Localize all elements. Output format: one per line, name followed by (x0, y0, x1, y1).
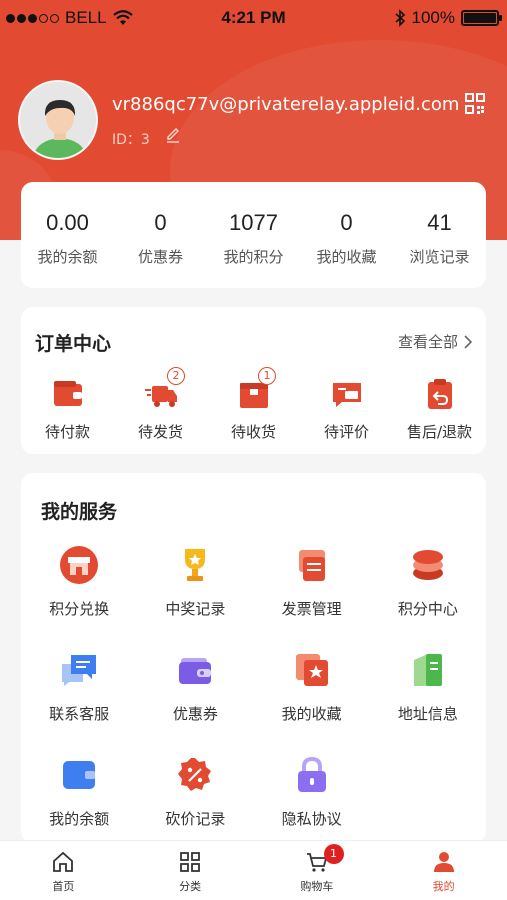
stat-value: 0 (154, 210, 167, 235)
view-all-label: 查看全部 (397, 333, 458, 351)
stat-label: 我的收藏 (316, 248, 377, 266)
service-customer-support[interactable]: 联系客服 (21, 650, 137, 724)
tab-category[interactable]: 分类 (127, 841, 254, 900)
service-label: 隐私协议 (281, 810, 342, 828)
stat-value: 1077 (229, 210, 278, 235)
order-label: 待付款 (44, 423, 90, 441)
service-points-center[interactable]: 积分中心 (370, 545, 486, 619)
stat-value: 0.00 (46, 210, 89, 235)
chevron-right-icon (464, 334, 472, 349)
stat-points[interactable]: 1077 我的积分 (207, 182, 300, 288)
avatar[interactable] (18, 80, 98, 160)
refund-icon (427, 379, 452, 409)
tab-label: 分类 (179, 880, 202, 893)
service-label: 我的余额 (49, 810, 110, 828)
services-title: 我的服务 (41, 501, 118, 523)
service-label: 我的收藏 (281, 705, 342, 723)
stat-label: 优惠券 (137, 248, 183, 266)
service-label: 中奖记录 (165, 600, 226, 618)
cart-count-badge: 1 (323, 844, 344, 864)
card-icon (63, 761, 96, 789)
stat-balance[interactable]: 0.00 我的余额 (21, 182, 114, 288)
stat-value: 41 (427, 210, 452, 235)
order-label: 待发货 (137, 423, 183, 441)
tab-cart[interactable]: 1 购物车 (254, 841, 381, 900)
order-after-sales[interactable]: 售后/退款 (393, 371, 486, 442)
service-address-info[interactable]: 地址信息 (370, 650, 486, 724)
battery-icon (461, 10, 502, 26)
stat-label: 我的余额 (37, 248, 98, 266)
shop-icon (60, 546, 99, 584)
service-my-balance[interactable]: 我的余额 (21, 755, 137, 829)
stat-label: 我的积分 (223, 248, 284, 266)
service-invoice-management[interactable]: 发票管理 (254, 545, 370, 619)
qr-code-icon[interactable] (465, 93, 485, 115)
bottom-tab-bar: 首页 分类 1 购物车 我的 (0, 840, 507, 900)
service-my-favorites[interactable]: 我的收藏 (254, 650, 370, 724)
stat-coupons[interactable]: 0 优惠券 (114, 182, 207, 288)
profile-email: vr886qc77v@privaterelay.appleid.com (112, 94, 460, 115)
wallet-icon (179, 658, 212, 684)
coins-icon (412, 550, 443, 580)
service-label: 优惠券 (172, 705, 218, 723)
service-privacy-agreement[interactable]: 隐私协议 (254, 755, 370, 829)
bluetooth-icon (394, 9, 405, 27)
grid-icon (180, 852, 201, 872)
stat-history[interactable]: 41 浏览记录 (393, 182, 486, 288)
order-count-badge: 2 (167, 367, 185, 385)
view-all-orders-link[interactable]: 查看全部 (398, 331, 472, 352)
user-icon (433, 852, 454, 872)
chat-icon (62, 655, 97, 686)
edit-icon[interactable] (165, 127, 181, 143)
user-id: ID：3 (112, 132, 150, 148)
star-icon (295, 654, 328, 686)
trophy-icon (185, 549, 206, 581)
tab-home[interactable]: 首页 (0, 841, 127, 900)
review-icon (332, 383, 361, 407)
service-label: 积分兑换 (49, 600, 110, 618)
tab-label: 首页 (52, 880, 75, 893)
service-label: 砍价记录 (165, 810, 226, 828)
lock-icon (297, 756, 326, 792)
service-label: 积分中心 (397, 600, 458, 618)
book-icon (413, 654, 442, 686)
order-label: 售后/退款 (406, 423, 473, 441)
stat-label: 浏览记录 (409, 248, 470, 266)
stat-favorites[interactable]: 0 我的收藏 (300, 182, 393, 288)
service-label: 地址信息 (397, 705, 458, 723)
order-pending-shipment[interactable]: 2 待发货 (114, 367, 207, 442)
wallet-icon (53, 381, 82, 406)
invoice-icon (298, 550, 325, 581)
service-coupons[interactable]: 优惠券 (137, 650, 253, 724)
tab-mine[interactable]: 我的 (380, 841, 507, 900)
order-pending-review[interactable]: 待评价 (300, 371, 393, 442)
order-center-card: 订单中心 查看全部 待付款 2 待发货 1 待收货 待评价 售后/退款 (21, 307, 486, 454)
order-count-badge: 1 (258, 367, 276, 385)
order-label: 待评价 (323, 423, 369, 441)
tab-label: 购物车 (300, 880, 334, 893)
service-points-exchange[interactable]: 积分兑换 (21, 545, 137, 619)
service-bargain-records[interactable]: 砍价记录 (137, 755, 253, 829)
order-label: 待收货 (230, 423, 276, 441)
status-bar: BELL 4:21 PM 100% (0, 0, 507, 36)
service-label: 联系客服 (49, 705, 110, 723)
my-services-card: 我的服务 积分兑换 中奖记录 发票管理 积分中心 联系客服 优惠券 我的收藏 地… (21, 473, 486, 843)
battery-percent: 100% (411, 8, 455, 27)
tab-label: 我的 (432, 880, 455, 893)
stats-card: 0.00 我的余额 0 优惠券 1077 我的积分 0 我的收藏 41 浏览记录 (21, 182, 486, 288)
service-label: 发票管理 (281, 600, 342, 618)
service-prize-records[interactable]: 中奖记录 (137, 545, 253, 619)
stat-value: 0 (340, 210, 353, 235)
order-pending-payment[interactable]: 待付款 (21, 371, 114, 442)
order-pending-receipt[interactable]: 1 待收货 (207, 367, 300, 442)
home-icon (53, 851, 74, 872)
order-center-title: 订单中心 (35, 333, 112, 355)
discount-icon (178, 758, 212, 791)
